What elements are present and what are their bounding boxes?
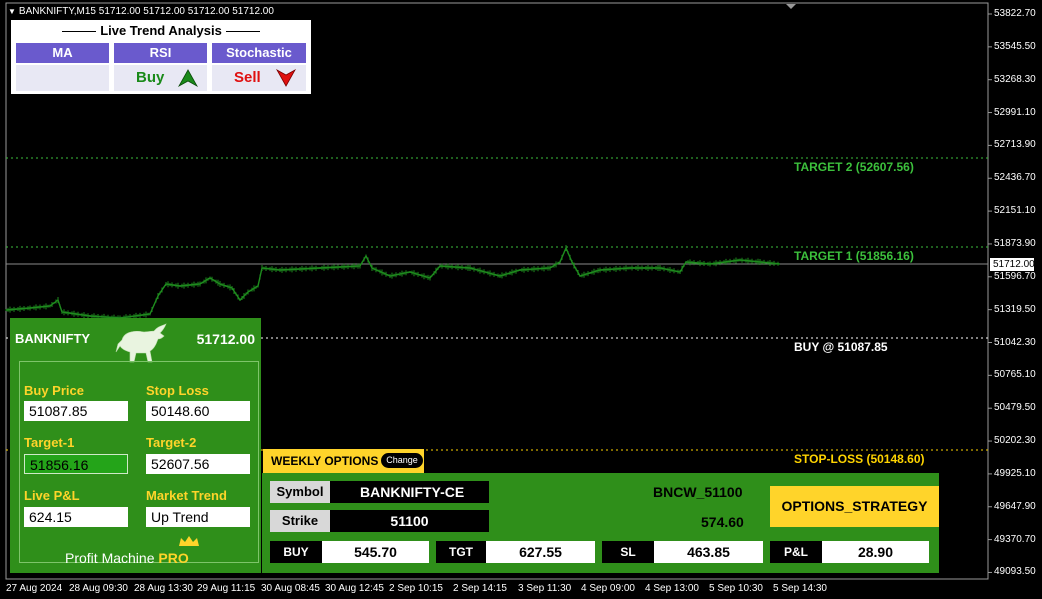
trend-header-ma: MA <box>16 43 109 63</box>
stochastic-signal: Sell <box>212 65 306 91</box>
target2-label: TARGET 2 (52607.56) <box>794 160 914 174</box>
price-tick-label: 52151.10 <box>994 205 1036 217</box>
trend-header-rsi: RSI <box>114 43 207 63</box>
market-trend-label: Market Trend <box>146 488 227 503</box>
price-tick-label: 49925.10 <box>994 467 1036 479</box>
price-tick-label: 52991.10 <box>994 106 1036 118</box>
price-tick-label: 53822.70 <box>994 8 1036 19</box>
time-tick-label: 30 Aug 08:45 <box>261 583 320 594</box>
time-tick-label: 27 Aug 2024 <box>6 583 63 594</box>
contract-price: 574.60 <box>701 514 744 530</box>
trade-info-panel: BANKNIFTY 51712.00 Buy Price Stop Loss 5… <box>10 318 261 573</box>
weekly-options-tab[interactable]: WEEKLY OPTIONS Change <box>263 449 424 473</box>
stop-loss-field: 50148.60 <box>146 401 250 421</box>
shift-marker-icon[interactable] <box>786 4 796 9</box>
pnl-field: 624.15 <box>24 507 128 527</box>
buy-label: BUY @ 51087.85 <box>794 340 888 354</box>
brand-logo: Profit Machine PRO <box>65 550 189 566</box>
target1-label-info: Target-1 <box>24 435 75 450</box>
stop-loss-label: Stop Loss <box>146 383 209 398</box>
time-tick-label: 3 Sep 11:30 <box>518 583 572 594</box>
chart-title-text: BANKNIFTY,M15 51712.00 51712.00 51712.00… <box>18 6 274 17</box>
strike-key: Strike <box>270 510 330 532</box>
arrow-up-icon <box>178 69 198 87</box>
price-tick-label: 52436.70 <box>994 172 1036 184</box>
stoploss-label: STOP-LOSS (50148.60) <box>794 452 925 466</box>
trend-title: Live Trend Analysis <box>11 23 311 38</box>
sl-value: 463.85 <box>654 541 763 563</box>
time-tick-label: 28 Aug 13:30 <box>134 583 193 594</box>
time-tick-label: 5 Sep 10:30 <box>709 583 763 594</box>
change-button[interactable]: Change <box>381 453 423 468</box>
pnl-label: Live P&L <box>24 488 80 503</box>
sl-key: SL <box>602 541 654 563</box>
time-tick-label: 29 Aug 11:15 <box>197 583 256 594</box>
options-strategy-button[interactable]: OPTIONS_STRATEGY <box>770 486 939 527</box>
price-tick-label: 50202.30 <box>994 435 1036 447</box>
price-tick-label: 51873.90 <box>994 237 1036 249</box>
symbol-key: Symbol <box>270 481 330 503</box>
price-tick-label: 53268.30 <box>994 73 1036 85</box>
rsi-signal: Buy <box>114 65 207 91</box>
time-tick-label: 30 Aug 12:45 <box>325 583 384 594</box>
contract-name: BNCW_51100 <box>653 484 743 500</box>
market-trend-field: Up Trend <box>146 507 250 527</box>
crown-icon <box>179 536 199 546</box>
time-tick-label: 5 Sep 14:30 <box>773 583 827 594</box>
target2-field: 52607.56 <box>146 454 250 474</box>
time-tick-label: 4 Sep 13:00 <box>645 583 699 594</box>
trend-header-stochastic: Stochastic <box>212 43 306 63</box>
chart-title: ▼ BANKNIFTY,M15 51712.00 51712.00 51712.0… <box>8 6 274 17</box>
info-current-price: 51712.00 <box>196 331 255 347</box>
pnl-value: 28.90 <box>822 541 929 563</box>
ma-signal <box>16 65 109 91</box>
time-tick-label: 28 Aug 09:30 <box>69 583 128 594</box>
target1-field: 51856.16 <box>24 454 128 474</box>
price-tick-label: 52713.90 <box>994 139 1036 151</box>
info-symbol: BANKNIFTY <box>15 331 91 346</box>
time-tick-label: 2 Sep 14:15 <box>453 583 507 594</box>
caret-down-icon[interactable]: ▼ <box>8 7 16 16</box>
price-tick-label: 49647.90 <box>994 500 1036 512</box>
time-tick-label: 2 Sep 10:15 <box>389 583 443 594</box>
buy-price-field: 51087.85 <box>24 401 128 421</box>
price-tick-label: 51596.70 <box>994 270 1036 282</box>
price-candles <box>5 245 781 321</box>
buy-key: BUY <box>270 541 322 563</box>
live-trend-panel: Live Trend Analysis MA RSI Stochastic Bu… <box>11 20 311 94</box>
price-tick-label: 51042.30 <box>994 336 1036 348</box>
target1-label: TARGET 1 (51856.16) <box>794 249 914 263</box>
arrow-down-icon <box>276 69 296 87</box>
current-price-tag: 51712.00 <box>990 258 1035 271</box>
time-tick-label: 4 Sep 09:00 <box>581 583 635 594</box>
pnl-key: P&L <box>770 541 822 563</box>
buy-value: 545.70 <box>322 541 429 563</box>
weekly-options-label: WEEKLY OPTIONS <box>271 454 379 468</box>
price-tick-label: 53545.50 <box>994 40 1036 52</box>
price-tick-label: 50479.50 <box>994 402 1036 414</box>
price-tick-label: 49093.50 <box>994 566 1036 578</box>
target2-label-info: Target-2 <box>146 435 197 450</box>
symbol-value: BANKNIFTY-CE <box>330 481 489 503</box>
options-panel: Symbol BANKNIFTY-CE Strike 51100 BNCW_51… <box>262 473 939 573</box>
buy-price-label: Buy Price <box>24 383 84 398</box>
tgt-value: 627.55 <box>486 541 595 563</box>
price-tick-label: 50765.10 <box>994 369 1036 381</box>
price-ticks <box>988 13 992 573</box>
price-tick-label: 49370.70 <box>994 533 1036 545</box>
price-trace <box>5 246 781 319</box>
strike-value: 51100 <box>330 510 489 532</box>
tgt-key: TGT <box>436 541 486 563</box>
price-tick-label: 51319.50 <box>994 303 1036 315</box>
